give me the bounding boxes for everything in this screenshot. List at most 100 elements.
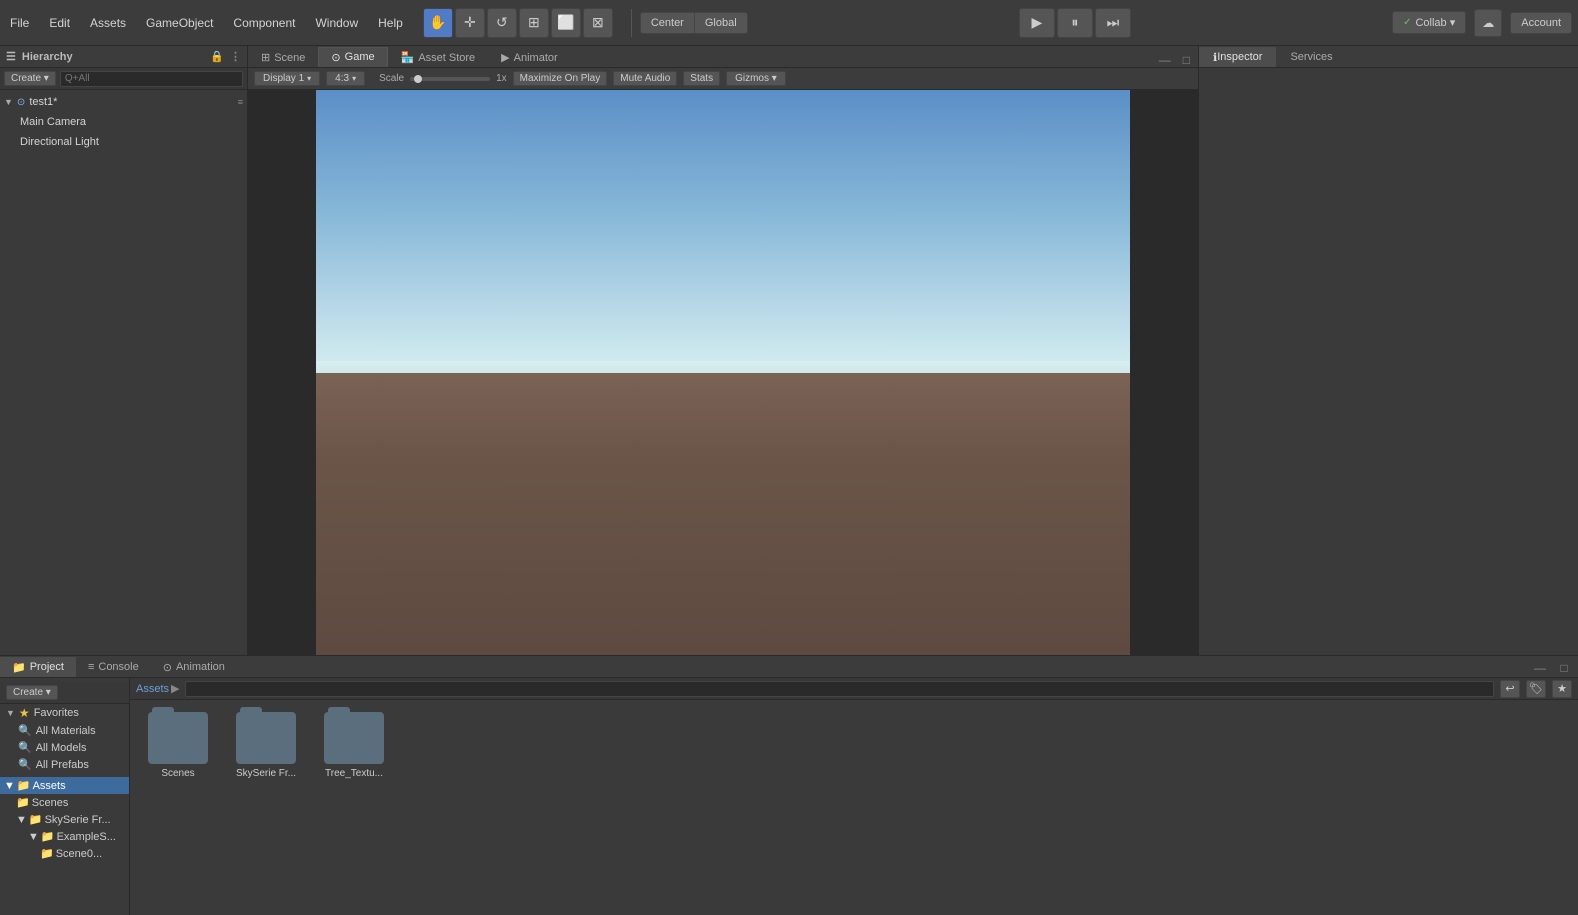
project-search-input[interactable]	[185, 681, 1494, 697]
tab-maximize-button[interactable]: □	[1179, 53, 1194, 67]
skyserie-file-item[interactable]: SkySerie Fr...	[226, 708, 306, 783]
scenes-folder-item[interactable]: 📁 Scenes	[0, 794, 129, 811]
path-tag-button[interactable]: 🏷	[1526, 680, 1546, 698]
play-button[interactable]: ▶	[1019, 8, 1055, 38]
scene0-folder-item[interactable]: 📁 Scene0...	[0, 845, 129, 862]
examples-arrow-icon: ▼	[28, 831, 39, 843]
scene-tab[interactable]: ⊞ Scene	[248, 47, 318, 67]
favorites-star-icon: ★	[19, 706, 30, 720]
scenes-folder-thumb	[148, 712, 208, 764]
cloud-button[interactable]: ☁	[1474, 9, 1502, 37]
maximize-on-play-button[interactable]: Maximize On Play	[513, 71, 608, 86]
examples-folder-item[interactable]: ▼ 📁 ExampleS...	[0, 828, 129, 845]
animator-tab[interactable]: ▶ Animator	[488, 47, 571, 67]
scenes-file-item[interactable]: Scenes	[138, 708, 218, 783]
project-files: Scenes SkySerie Fr... Tree_Textu...	[130, 700, 1578, 915]
right-toolbar: ✓ Collab ▾ ☁ Account	[1392, 9, 1572, 37]
menu-component[interactable]: Component	[229, 14, 299, 32]
collab-button[interactable]: ✓ Collab ▾	[1392, 11, 1466, 34]
path-star-button[interactable]: ★	[1552, 680, 1572, 698]
rotate-tool-button[interactable]: ↺	[487, 8, 517, 38]
center-button[interactable]: Center	[640, 12, 695, 34]
hierarchy-header: ☰ Hierarchy 🔒 ⋮	[0, 46, 247, 68]
play-controls: ▶ ⏸ ⏭	[758, 8, 1392, 38]
menu-gameobject[interactable]: GameObject	[142, 14, 217, 32]
console-tab-label: Console	[98, 661, 138, 673]
scenes-file-label: Scenes	[161, 768, 194, 779]
tab-menu-button[interactable]: —	[1155, 53, 1175, 67]
scale-slider[interactable]	[410, 77, 490, 81]
search-icon-prefabs: 🔍	[18, 758, 32, 771]
rect-tool-button[interactable]: ⬜	[551, 8, 581, 38]
menu-help[interactable]: Help	[374, 14, 407, 32]
project-tab[interactable]: 📁 Project	[0, 657, 76, 677]
pause-button[interactable]: ⏸	[1057, 8, 1093, 38]
inspector-tab[interactable]: ℹ Inspector	[1199, 47, 1276, 67]
skyserie-folder-item[interactable]: ▼ 📁 SkySerie Fr...	[0, 811, 129, 828]
hierarchy-search-input[interactable]	[60, 71, 243, 87]
scene0-label: Scene0...	[56, 848, 102, 860]
skyserie-arrow-icon: ▼	[16, 814, 27, 826]
aspect-arrow-icon: ▾	[352, 74, 356, 83]
menu-file[interactable]: File	[6, 14, 33, 32]
transform-tool-button[interactable]: ⊠	[583, 8, 613, 38]
ground-plane	[316, 373, 1130, 656]
console-tab[interactable]: ≡ Console	[76, 657, 151, 677]
directional-light-item[interactable]: Directional Light	[0, 132, 247, 152]
project-create-button[interactable]: Create ▾	[6, 685, 58, 700]
display-label: Display 1	[263, 73, 304, 84]
directional-light-label: Directional Light	[20, 136, 99, 148]
display-button[interactable]: Display 1 ▾	[254, 71, 320, 86]
move-tool-button[interactable]: ✛	[455, 8, 485, 38]
asset-store-tab-icon: 🏪	[401, 51, 415, 64]
main-camera-item[interactable]: Main Camera	[0, 112, 247, 132]
hierarchy-title: Hierarchy	[22, 51, 73, 63]
hand-tool-button[interactable]: ✋	[423, 8, 453, 38]
favorites-header[interactable]: ▼ ★ Favorites	[0, 704, 129, 722]
bottom-panel-right-buttons: — □	[1530, 659, 1578, 677]
all-prefabs-item[interactable]: 🔍 All Prefabs	[0, 756, 129, 773]
global-button[interactable]: Global	[695, 12, 748, 34]
step-button[interactable]: ⏭	[1095, 8, 1131, 38]
scene-options-icon[interactable]: ≡	[238, 97, 243, 107]
viewport-left-bar	[248, 90, 316, 655]
breadcrumb-arrow-icon: ▶	[171, 682, 179, 695]
animation-tab-icon: ⊙	[163, 661, 172, 674]
menu-assets[interactable]: Assets	[86, 14, 130, 32]
stats-button[interactable]: Stats	[683, 71, 720, 86]
assets-collapse-icon: ▼	[4, 780, 15, 792]
assets-root-item[interactable]: ▼ 📁 Assets	[0, 777, 129, 794]
mute-audio-button[interactable]: Mute Audio	[613, 71, 677, 86]
skyserie-label: SkySerie Fr...	[45, 814, 111, 826]
asset-store-tab[interactable]: 🏪 Asset Store	[388, 47, 489, 67]
hierarchy-create-button[interactable]: Create ▾	[4, 71, 56, 86]
asset-store-tab-label: Asset Store	[418, 52, 475, 64]
game-tab[interactable]: ⊙ Game	[318, 47, 387, 67]
bottom-minimize-button[interactable]: —	[1530, 659, 1550, 677]
tree-texture-file-item[interactable]: Tree_Textu...	[314, 708, 394, 783]
all-materials-item[interactable]: 🔍 All Materials	[0, 722, 129, 739]
path-back-button[interactable]: ↩	[1500, 680, 1520, 698]
animation-tab[interactable]: ⊙ Animation	[151, 657, 237, 677]
assets-root-label: Assets	[33, 780, 66, 792]
skyserie-folder-thumb	[236, 712, 296, 764]
hierarchy-lock-icon[interactable]: 🔒	[210, 50, 224, 63]
breadcrumb-assets[interactable]: Assets	[136, 683, 169, 695]
scenes-label: Scenes	[32, 797, 69, 809]
hierarchy-scene-item[interactable]: ▼ ⊙ test1* ≡	[0, 92, 247, 112]
account-button[interactable]: Account	[1510, 12, 1572, 34]
transform-tools: ✋ ✛ ↺ ⊞ ⬜ ⊠	[423, 8, 613, 38]
skyserie-folder-icon: 📁	[29, 813, 43, 826]
scene-icon: ⊙	[17, 97, 25, 108]
gizmos-button[interactable]: Gizmos ▾	[726, 71, 786, 86]
scale-tool-button[interactable]: ⊞	[519, 8, 549, 38]
all-models-item[interactable]: 🔍 All Models	[0, 739, 129, 756]
scene-name: test1*	[29, 96, 57, 108]
bottom-maximize-button[interactable]: □	[1554, 659, 1574, 677]
animator-tab-label: Animator	[514, 52, 558, 64]
menu-edit[interactable]: Edit	[45, 14, 74, 32]
services-tab[interactable]: Services	[1276, 47, 1346, 67]
hierarchy-menu-icon[interactable]: ⋮	[230, 50, 241, 63]
aspect-button[interactable]: 4:3 ▾	[326, 71, 365, 86]
menu-window[interactable]: Window	[311, 14, 362, 32]
